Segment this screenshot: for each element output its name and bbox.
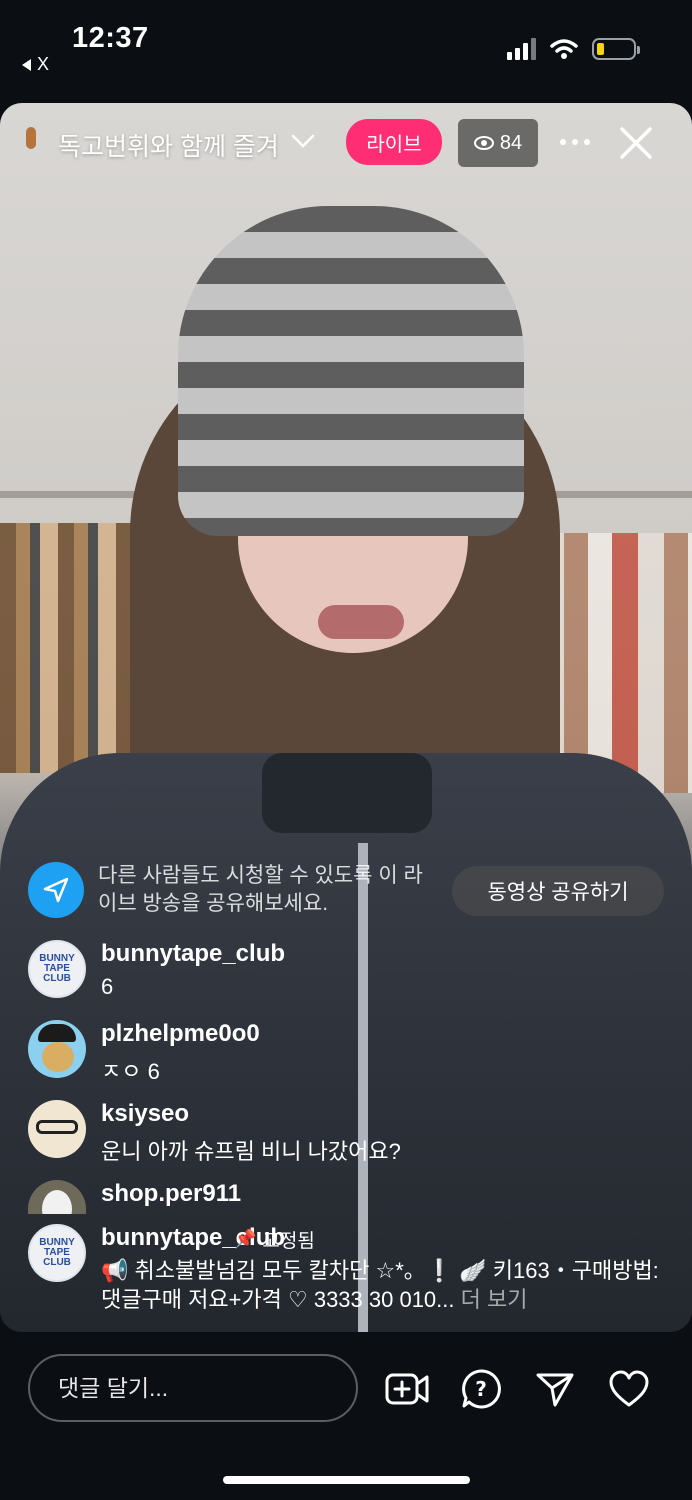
- comment-input[interactable]: [28, 1354, 358, 1422]
- status-icons: [507, 38, 640, 60]
- live-badge: 라이브: [346, 119, 442, 165]
- streamer-lips: [318, 605, 404, 639]
- comment-user[interactable]: shop.per911: [101, 1180, 241, 1208]
- signal-icon: [507, 38, 536, 60]
- stream-title[interactable]: 독고번휘와 함께 즐겨: [58, 127, 282, 163]
- wifi-icon: [550, 39, 578, 59]
- share-video-button[interactable]: 동영상 공유하기: [452, 866, 664, 916]
- comment-user[interactable]: bunnytape_club: [101, 940, 285, 968]
- comment-user[interactable]: ksiyseo: [101, 1100, 189, 1128]
- bottom-bar: ?: [0, 1332, 692, 1500]
- avatar[interactable]: [28, 1020, 86, 1078]
- viewer-count-value: 84: [499, 131, 523, 154]
- direct-send-icon[interactable]: [532, 1366, 578, 1412]
- svg-text:?: ?: [475, 1377, 487, 1401]
- chevron-down-icon[interactable]: [290, 131, 316, 151]
- avatar[interactable]: BUNNY TAPE CLUB: [28, 940, 86, 998]
- back-app-label: X: [37, 54, 50, 74]
- pin-icon: 📌: [234, 1229, 257, 1249]
- comment-user[interactable]: plzhelpme0o0: [101, 1020, 260, 1048]
- comment-message: ㅈㅇ 6: [101, 1059, 160, 1084]
- comment-message: 운니 아까 슈프림 비니 나갔어요?: [101, 1139, 401, 1164]
- pinned-comment[interactable]: BUNNY TAPE CLUB bunnytape_club 📌 고정됨 📢 취소불…: [28, 1224, 668, 1324]
- live-header: 독고번휘와 함께 즐겨 라이브 84: [0, 113, 692, 173]
- more-icon[interactable]: [560, 135, 594, 149]
- list-item: ksiyseo 운니 아까 슈프림 비니 나갔어요?: [28, 1100, 668, 1164]
- list-item: plzhelpme0o0 ㅈㅇ 6: [28, 1020, 668, 1084]
- status-bar: 12:37 X: [0, 0, 692, 100]
- send-icon: [28, 862, 84, 918]
- pinned-label: 고정됨: [262, 1231, 315, 1252]
- list-item: BUNNY TAPE CLUB bunnytape_club 6: [28, 940, 668, 1004]
- host-avatar[interactable]: [26, 127, 36, 149]
- close-icon[interactable]: [618, 125, 654, 161]
- see-more-link[interactable]: 더 보기: [461, 1287, 528, 1312]
- avatar[interactable]: BUNNY TAPE CLUB: [28, 1224, 86, 1282]
- question-icon[interactable]: ?: [458, 1366, 504, 1412]
- streamer-beanie: [178, 206, 524, 536]
- jacket-collar: [262, 753, 432, 833]
- home-indicator[interactable]: [223, 1476, 470, 1484]
- heart-icon[interactable]: [606, 1366, 652, 1412]
- viewer-count[interactable]: 84: [458, 119, 538, 167]
- share-suggestion-text: 다른 사람들도 시청할 수 있도록 이 라이브 방송을 공유해보세요.: [98, 864, 423, 915]
- back-icon: [22, 58, 31, 71]
- pinned-badge: 📌 고정됨: [234, 1226, 315, 1253]
- battery-icon: [592, 38, 640, 60]
- pinned-message: 📢 취소불발넘김 모두 칼차단 ☆*。❕ 🪽 키163・구매방법: 댓글구매 저…: [101, 1258, 659, 1312]
- list-item: shop.per911: [28, 1180, 668, 1216]
- status-time: 12:37: [72, 22, 149, 54]
- pinned-comment-text: 📢 취소불발넘김 모두 칼차단 ☆*。❕ 🪽 키163・구매방법: 댓글구매 저…: [101, 1256, 671, 1314]
- add-video-icon[interactable]: [384, 1366, 430, 1412]
- back-to-app[interactable]: X: [22, 54, 49, 75]
- eye-icon: [473, 136, 494, 150]
- avatar[interactable]: [28, 1100, 86, 1158]
- comment-message: 6: [101, 974, 114, 999]
- avatar[interactable]: [28, 1180, 86, 1214]
- share-suggestion: 다른 사람들도 시청할 수 있도록 이 라이브 방송을 공유해보세요. 동영상 …: [28, 862, 668, 920]
